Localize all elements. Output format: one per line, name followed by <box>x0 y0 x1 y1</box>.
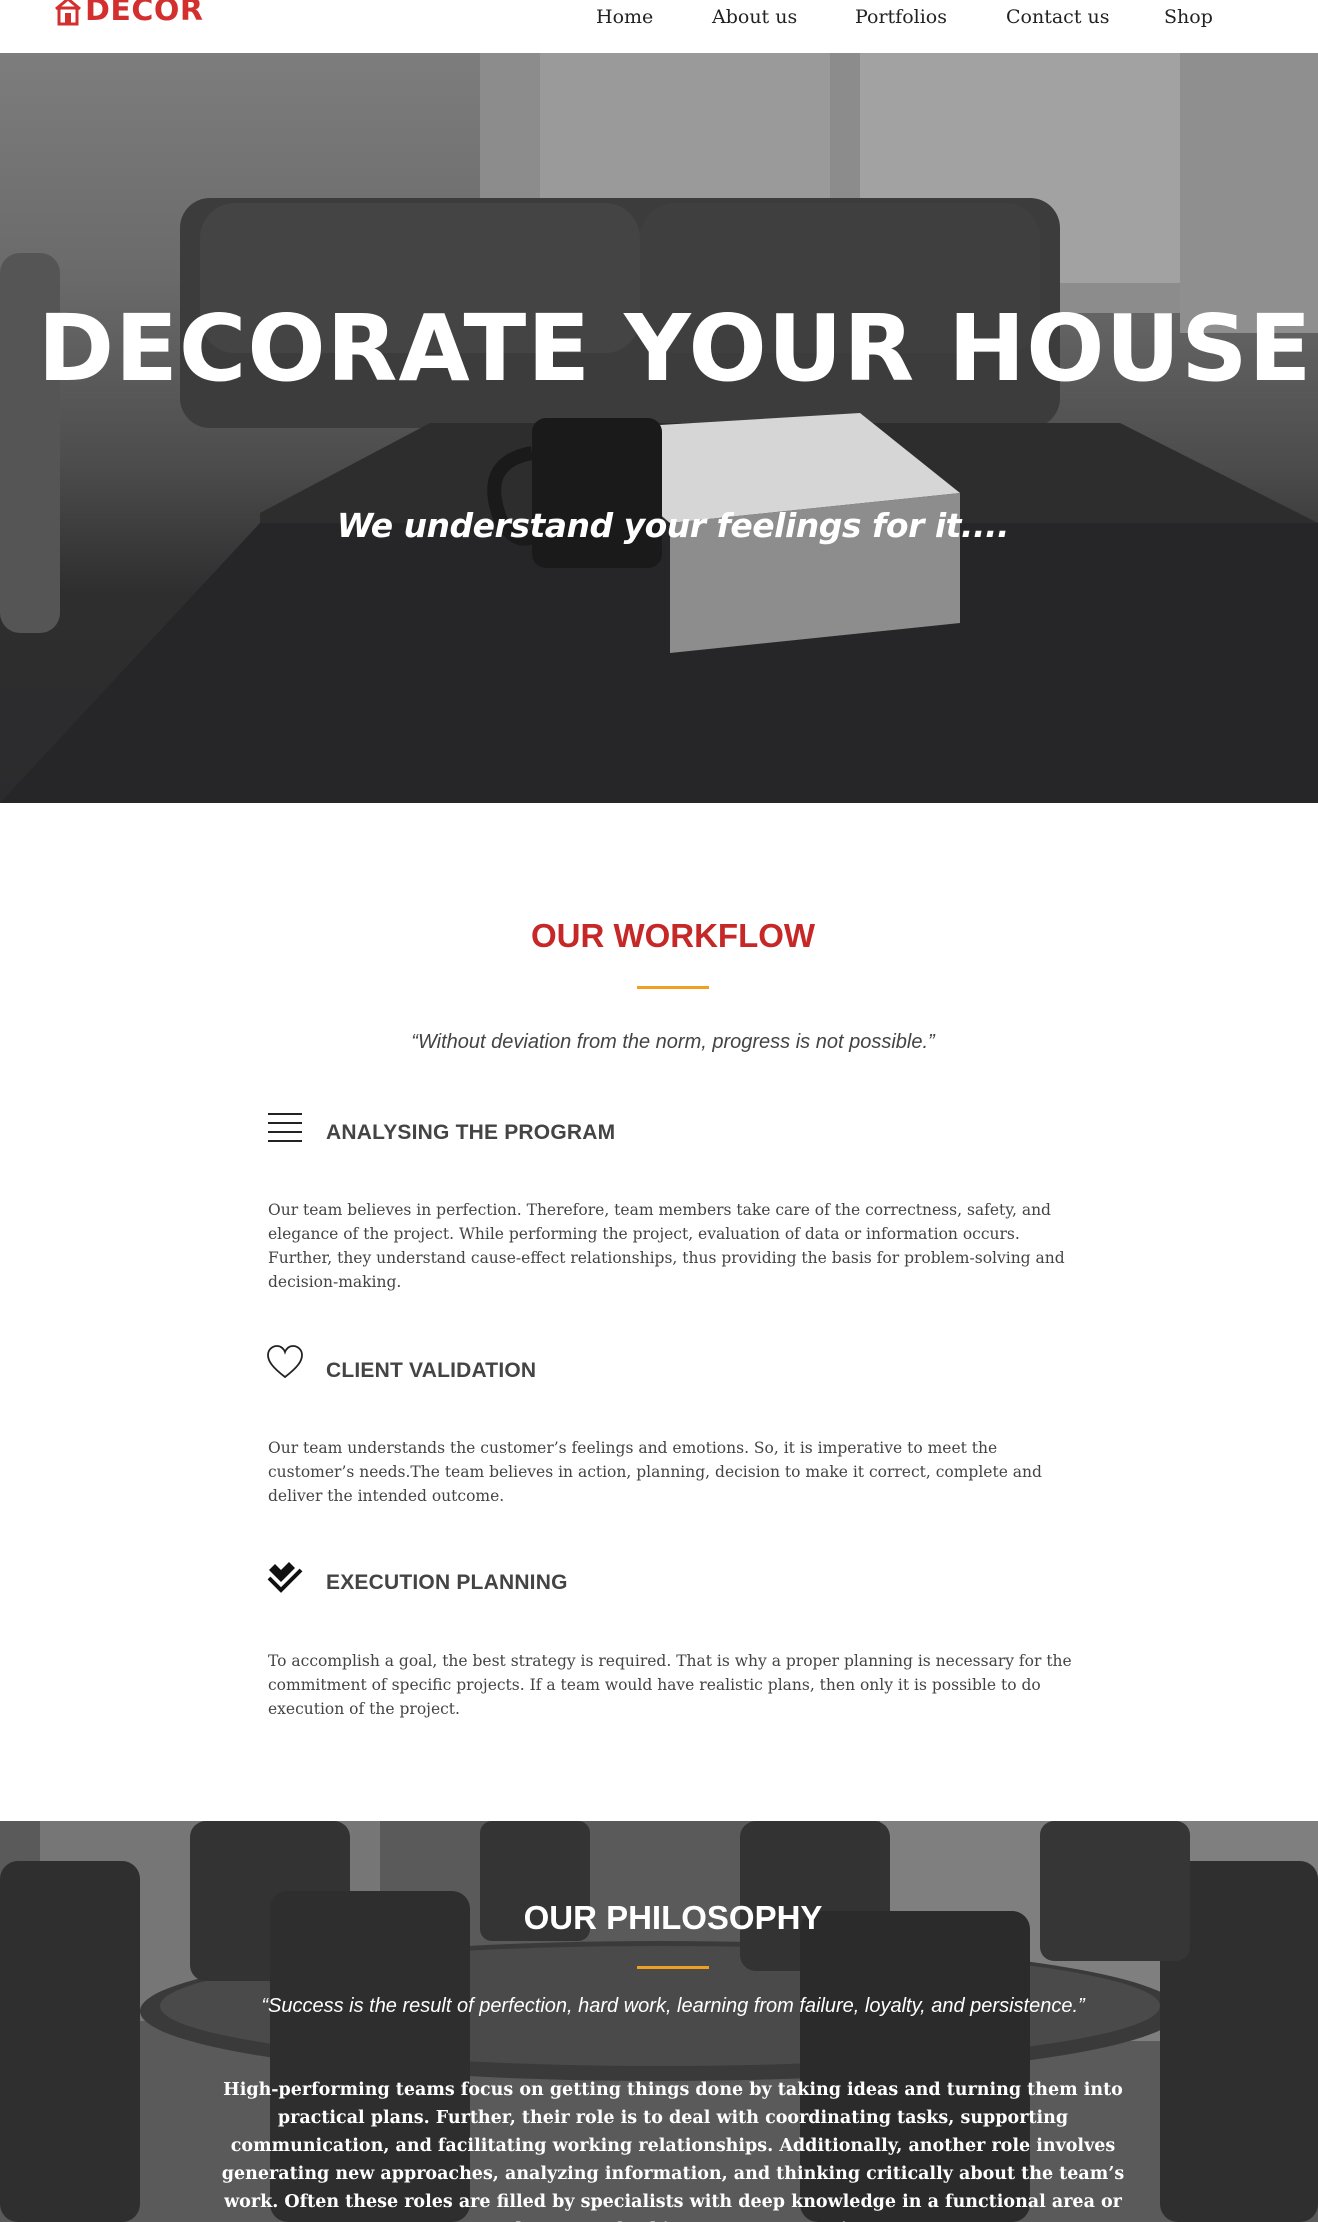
workflow-item-title: ANALYSING THE PROGRAM <box>326 1121 616 1144</box>
philosophy-text: High-performing teams focus on getting t… <box>221 2080 1125 2222</box>
hero-title: DECORATE YOUR HOUSE <box>37 295 1313 402</box>
workflow-item-title: CLIENT VALIDATION <box>326 1359 537 1382</box>
nav-link-portfolios[interactable]: Portfolios <box>855 6 947 28</box>
workflow-title: OUR WORKFLOW <box>530 917 816 954</box>
workflow-item-text: To accomplish a goal, the best strategy … <box>268 1652 1072 1718</box>
philosophy-title-divider <box>637 1966 709 1969</box>
philosophy-title: OUR PHILOSOPHY <box>523 1899 823 1936</box>
layered-check-icon <box>267 1562 303 1593</box>
philosophy-quote: “Success is the result of perfection, ha… <box>261 1995 1085 2017</box>
heart-icon <box>267 1345 303 1379</box>
nav-menu: Home About us Portfolios Contact us Shop <box>0 6 1318 30</box>
philosophy-section: OUR PHILOSOPHY “Success is the result of… <box>0 1821 1318 2222</box>
workflow-section: OUR WORKFLOW “Without deviation from the… <box>0 803 1318 1821</box>
nav-link-about-us[interactable]: About us <box>712 6 797 28</box>
nav-link-home[interactable]: Home <box>596 6 653 28</box>
workflow-title-divider <box>637 986 709 989</box>
menu-lines-icon <box>268 1113 302 1142</box>
workflow-quote: “Without deviation from the norm, progre… <box>411 1031 935 1053</box>
hero-subtitle: We understand your feelings for it.... <box>336 506 1010 545</box>
workflow-item-text: Our team understands the customer’s feel… <box>268 1439 1042 1505</box>
hero-background-photo <box>0 53 1318 803</box>
workflow-item-title: EXECUTION PLANNING <box>326 1571 568 1594</box>
workflow-item-text: Our team believes in perfection. Therefo… <box>268 1201 1065 1291</box>
nav-link-shop[interactable]: Shop <box>1164 6 1213 28</box>
hero-banner: DECORATE YOUR HOUSE We understand your f… <box>0 53 1318 803</box>
nav-link-contact-us[interactable]: Contact us <box>1006 6 1109 28</box>
top-navigation: DECOR Home About us Portfolios Contact u… <box>0 0 1318 53</box>
